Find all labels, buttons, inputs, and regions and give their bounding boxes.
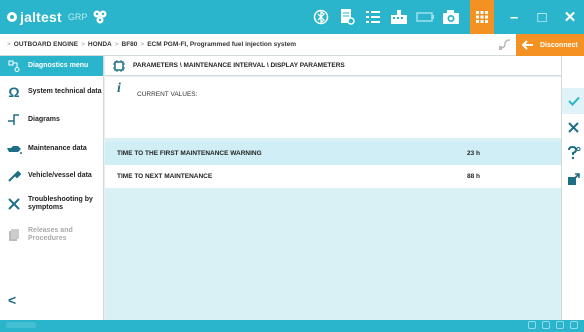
wrench-icon [6,168,22,184]
sidebar-item-label: System technical data [28,87,102,95]
parameter-value: 88 h [467,173,481,180]
parameters-icon [113,59,125,72]
sidebar-item-system-technical-data[interactable]: Ω System technical data [0,76,103,107]
diagram-icon [6,112,22,128]
close-icon[interactable] [562,114,584,140]
battery-icon[interactable] [412,0,438,34]
status-icons [528,321,578,329]
diagnostics-icon [6,58,22,74]
sidebar-item-diagnostics-menu[interactable]: Diagnostics menu [0,56,103,76]
sidebar-item-vehicle-vessel-data[interactable]: Vehicle/vessel data [0,163,103,188]
logo-mark-icon [7,12,17,22]
breadcrumb: > OUTBOARD ENGINE > HONDA > BF80 > ECM P… [0,41,296,48]
list-icon[interactable] [360,0,386,34]
logo-grp: GRP [67,12,88,22]
help-settings-icon[interactable] [562,140,584,166]
sidebar-item-label: Troubleshooting by symptoms [28,195,93,211]
logo-text: jaltest [20,9,62,25]
breadcrumb-separator: > [114,41,119,48]
close-button[interactable]: ✕ [556,0,584,34]
status-icon [556,321,564,329]
sidebar-item-troubleshooting[interactable]: Troubleshooting by symptoms [0,188,103,219]
connection-icon [499,39,511,50]
grid-icon[interactable] [470,0,494,34]
status-bar [0,320,584,332]
bluetooth-icon[interactable] [308,0,334,34]
breadcrumb-item[interactable]: OUTBOARD ENGINE [14,41,78,48]
sidebar-item-maintenance-data[interactable]: Maintenance data [0,136,103,161]
info-icon: i [117,81,121,96]
check-icon[interactable] [562,88,584,114]
back-button[interactable]: < [8,292,16,308]
current-values-label: CURRENT VALUES: [137,91,198,98]
gear-group-icon [93,10,107,24]
top-bar: jaltest GRP ? [0,0,584,34]
breadcrumb-bar: > OUTBOARD ENGINE > HONDA > BF80 > ECM P… [0,34,584,56]
sidebar-item-label: Diagrams [28,115,60,123]
parameters-list: TIME TO THE FIRST MAINTENANCE WARNING 23… [105,138,561,320]
disconnect-label: Disconnect [540,41,578,49]
breadcrumb-item[interactable]: HONDA [88,41,112,48]
sidebar-item-releases-procedures[interactable]: Releases and Procedures [0,219,103,250]
sidebar-item-label: Maintenance data [28,144,87,152]
breadcrumb-item[interactable]: BF80 [122,41,138,48]
keyboard-icon[interactable] [386,0,412,34]
sidebar: Diagnostics menu Ω System technical data… [0,56,104,320]
status-icon [570,321,578,329]
window-controls: – □ ✕ [470,0,584,34]
share-icon[interactable] [562,166,584,192]
sidebar-item-label: Vehicle/vessel data [28,171,92,179]
right-action-bar [561,56,584,320]
app-logo: jaltest GRP [0,0,109,34]
current-values-panel: i CURRENT VALUES: [105,77,561,138]
document-search-icon[interactable] [334,0,360,34]
sidebar-item-diagrams[interactable]: Diagrams [0,107,103,132]
status-icon [542,321,550,329]
parameter-name: TIME TO NEXT MAINTENANCE [117,173,213,180]
tools-icon [6,196,22,212]
breadcrumb-separator: > [81,41,85,48]
minimize-button[interactable]: – [500,0,528,34]
sidebar-item-label: Releases and Procedures [28,226,73,242]
breadcrumb-separator: > [7,41,11,48]
table-row[interactable]: TIME TO THE FIRST MAINTENANCE WARNING 23… [105,142,561,165]
ohm-icon: Ω [8,83,20,100]
breadcrumb-separator: > [140,41,145,48]
main-header: PARAMETERS \ MAINTENANCE INTERVAL \ DISP… [105,56,561,76]
table-row[interactable]: TIME TO NEXT MAINTENANCE 88 h [105,165,561,188]
disconnect-button[interactable]: Disconnect [516,34,584,56]
status-icon [528,321,536,329]
breadcrumb-item[interactable]: ECM PGM-FI, Programmed fuel injection sy… [147,41,296,48]
arrow-left-icon [522,40,533,50]
oil-can-icon [6,141,22,157]
parameter-name: TIME TO THE FIRST MAINTENANCE WARNING [117,150,262,157]
camera-icon[interactable] [438,0,464,34]
page-title: PARAMETERS \ MAINTENANCE INTERVAL \ DISP… [133,62,345,69]
toolbar-icons: ? [308,0,490,34]
parameter-value: 23 h [467,150,481,157]
sidebar-item-label: Diagnostics menu [28,62,89,69]
maximize-button[interactable]: □ [528,0,556,34]
status-indicator [6,322,36,328]
documents-icon [6,227,22,243]
